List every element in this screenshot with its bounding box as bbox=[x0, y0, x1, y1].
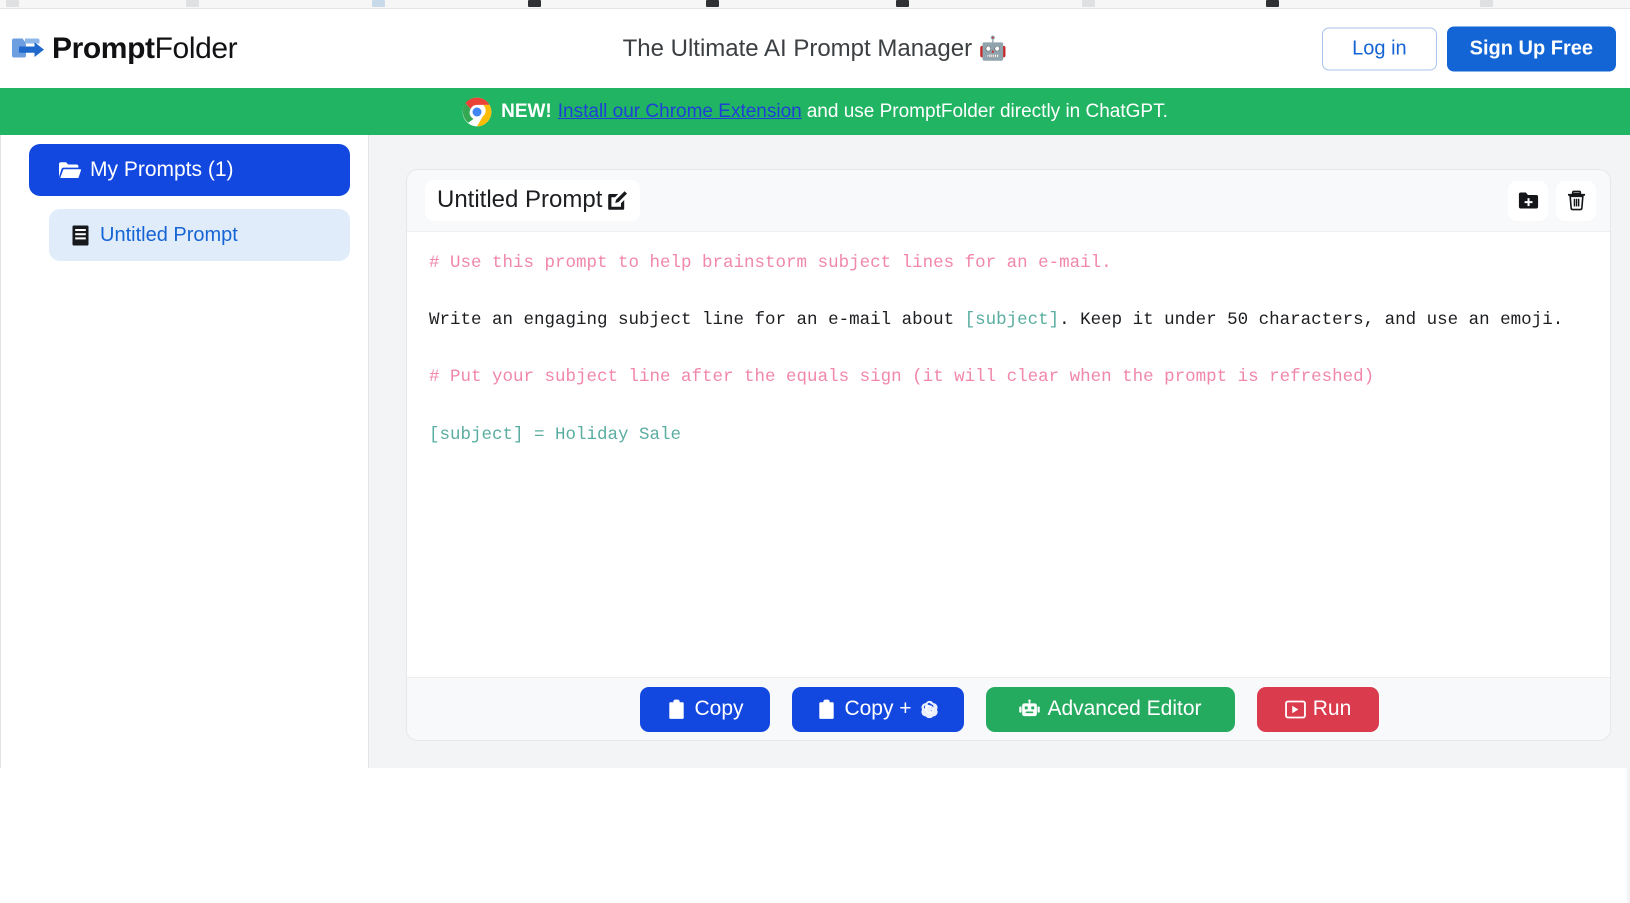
login-button[interactable]: Log in bbox=[1322, 27, 1437, 70]
trash-icon bbox=[1567, 190, 1585, 211]
banner-after-text: and use PromptFolder directly in ChatGPT… bbox=[806, 100, 1168, 122]
bookmark-tick bbox=[896, 0, 909, 7]
copy-and-open-chatgpt-button[interactable]: Copy + bbox=[792, 686, 964, 732]
run-button-label: Run bbox=[1312, 697, 1352, 720]
editor-body-post: . Keep it under 50 characters, and use a… bbox=[1059, 310, 1564, 331]
sidebar-item-label: Untitled Prompt bbox=[100, 223, 238, 246]
save-to-folder-button[interactable] bbox=[1508, 180, 1548, 221]
delete-prompt-button[interactable] bbox=[1556, 180, 1596, 221]
sidebar-folder-my-prompts[interactable]: My Prompts (1) bbox=[29, 144, 350, 196]
banner-new-label: NEW! bbox=[501, 100, 552, 122]
app-body: My Prompts (1) Untitled Prompt Untitled … bbox=[0, 135, 1630, 903]
bookmark-tick bbox=[186, 0, 199, 7]
bookmark-tick bbox=[528, 0, 541, 7]
header-actions: Log in Sign Up Free bbox=[1322, 26, 1616, 71]
clipboard-icon bbox=[669, 699, 685, 719]
browser-bookmarks-bar-sliver bbox=[0, 0, 1630, 9]
tagline-text: The Ultimate AI Prompt Manager bbox=[622, 34, 973, 62]
editor-comment-line-1: # Use this prompt to help brainstorm sub… bbox=[429, 253, 1112, 273]
editor-comment-line-2: # Put your subject line after the equals… bbox=[429, 367, 1375, 388]
folder-plus-icon bbox=[1518, 192, 1538, 209]
bookmark-tick bbox=[1082, 0, 1095, 7]
bookmark-tick bbox=[6, 0, 19, 7]
site-header: PromptFolder The Ultimate AI Prompt Mana… bbox=[0, 9, 1630, 88]
pencil-square-icon bbox=[608, 190, 628, 210]
signup-button[interactable]: Sign Up Free bbox=[1446, 26, 1616, 71]
prompt-card-actions bbox=[1508, 180, 1596, 221]
sidebar-folder-label: My Prompts (1) bbox=[90, 158, 234, 181]
bookmark-tick bbox=[706, 0, 719, 7]
editor-variable-subject: [subject] bbox=[964, 310, 1060, 331]
prompt-card-header: Untitled Prompt bbox=[407, 170, 1610, 232]
bookmark-tick bbox=[1480, 0, 1493, 7]
folder-arrow-icon bbox=[12, 38, 44, 57]
terminal-play-icon bbox=[1284, 700, 1306, 718]
clipboard-icon bbox=[819, 699, 835, 719]
sidebar-item-untitled-prompt[interactable]: Untitled Prompt bbox=[49, 209, 350, 261]
advanced-editor-button[interactable]: Advanced Editor bbox=[986, 686, 1235, 732]
robot-emoji-icon: 🤖 bbox=[978, 34, 1008, 61]
chrome-extension-banner: NEW! Install our Chrome Extension and us… bbox=[0, 88, 1630, 135]
advanced-editor-button-label: Advanced Editor bbox=[1047, 697, 1202, 720]
editor-variable-assignment: [subject] = Holiday Sale bbox=[429, 424, 682, 445]
copy-button[interactable]: Copy bbox=[640, 686, 770, 732]
document-icon bbox=[72, 225, 89, 245]
copy-button-label: Copy bbox=[694, 697, 744, 720]
prompt-editor[interactable]: # Use this prompt to help brainstorm sub… bbox=[407, 232, 1610, 679]
chrome-logo-icon bbox=[462, 97, 492, 126]
logo-text: PromptFolder bbox=[52, 31, 238, 66]
copy-chatgpt-button-label: Copy + bbox=[844, 697, 912, 720]
sidebar: My Prompts (1) Untitled Prompt bbox=[0, 135, 369, 768]
bookmark-tick bbox=[372, 0, 385, 7]
site-logo[interactable]: PromptFolder bbox=[11, 31, 238, 66]
logo-bold-part: Prompt bbox=[52, 31, 155, 65]
prompt-title-edit[interactable]: Untitled Prompt bbox=[425, 180, 641, 221]
bookmark-tick bbox=[1266, 0, 1279, 7]
run-button[interactable]: Run bbox=[1257, 686, 1379, 732]
editor-body-pre: Write an engaging subject line for an e-… bbox=[429, 310, 965, 331]
chrome-extension-link[interactable]: Install our Chrome Extension bbox=[558, 101, 802, 123]
logo-regular-part: Folder bbox=[154, 31, 238, 65]
prompt-card: Untitled Prompt # Use this prompt to hel… bbox=[406, 169, 1611, 741]
prompt-title: Untitled Prompt bbox=[437, 186, 603, 213]
prompt-card-footer: Copy Copy + Advanced Editor Run bbox=[407, 677, 1610, 740]
folder-open-icon bbox=[59, 162, 81, 178]
robot-icon bbox=[1019, 698, 1041, 716]
main-content: Untitled Prompt # Use this prompt to hel… bbox=[369, 135, 1630, 768]
openai-logo-icon bbox=[920, 700, 938, 718]
